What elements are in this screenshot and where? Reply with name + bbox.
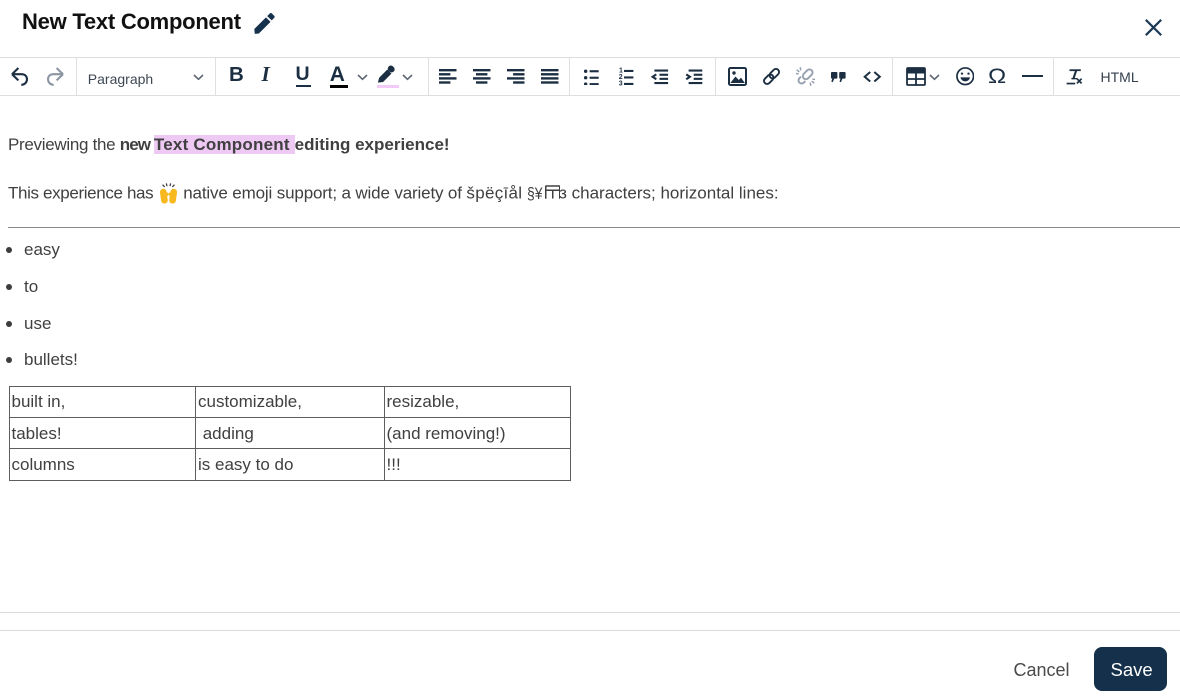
svg-text:3: 3: [618, 81, 622, 86]
